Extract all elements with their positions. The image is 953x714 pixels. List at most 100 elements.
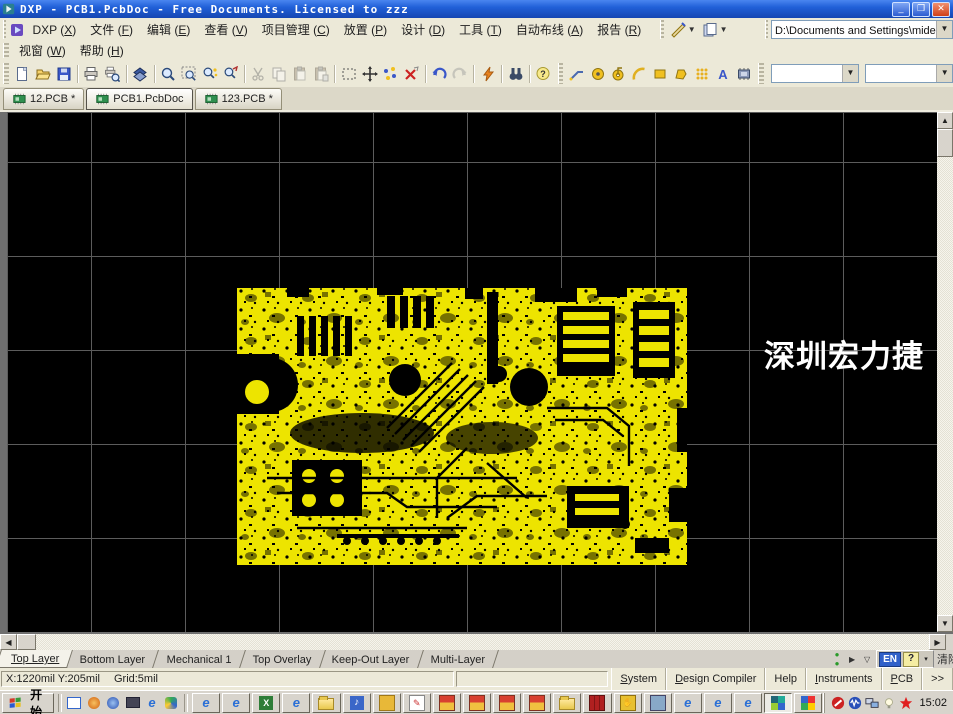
undo-button[interactable]	[429, 62, 450, 85]
layer-tab-keepout[interactable]: Keep-Out Layer	[317, 650, 424, 668]
zoom-point-button[interactable]	[199, 62, 220, 85]
browse-layers-button[interactable]	[130, 62, 151, 85]
taskbar-button-books[interactable]	[583, 693, 611, 713]
toolbar-grip[interactable]	[3, 20, 6, 38]
taskbar-button-zip[interactable]	[523, 693, 551, 713]
place-via-button[interactable]	[608, 62, 629, 85]
paste-button[interactable]	[290, 62, 311, 85]
system-panel-button[interactable]: System	[611, 668, 666, 690]
interactive-routing-button[interactable]	[477, 62, 498, 85]
pcb-panel-button[interactable]: PCB	[882, 668, 923, 690]
taskbar-button-zip[interactable]	[433, 693, 461, 713]
instruments-panel-button[interactable]: Instruments	[806, 668, 881, 690]
start-button[interactable]: 开始	[2, 693, 54, 713]
menu-dxp[interactable]: DXP (X)	[25, 21, 83, 39]
menu-edit[interactable]: 编辑 (E)	[140, 19, 197, 40]
close-button[interactable]: ✕	[932, 2, 950, 17]
place-pad-button[interactable]	[587, 62, 608, 85]
new-document-button[interactable]	[12, 62, 33, 85]
alert-bulb-icon[interactable]	[899, 696, 913, 710]
horizontal-scrollbar[interactable]: ◀ ▶	[0, 634, 946, 650]
menu-file[interactable]: 文件 (F)	[83, 19, 140, 40]
menu-tools[interactable]: 工具 (T)	[452, 19, 509, 40]
layer-tab-multilayer[interactable]: Multi-Layer	[416, 650, 499, 668]
scroll-down-icon[interactable]: ▼	[937, 615, 953, 632]
title-bar[interactable]: DXP - PCB1.PcbDoc - Free Documents. Lice…	[0, 0, 953, 18]
toolbar-grip[interactable]	[3, 43, 9, 58]
taskbar-button-ie[interactable]	[674, 693, 702, 713]
layer-tab-top[interactable]: Top Layer	[0, 650, 73, 668]
menu-design[interactable]: 设计 (D)	[394, 19, 452, 40]
vertical-scroll-thumb[interactable]	[937, 129, 953, 157]
taskbar-button-notebook[interactable]	[644, 693, 672, 713]
audio-monitor-icon[interactable]	[848, 696, 862, 710]
taskbar-button-media[interactable]	[343, 693, 371, 713]
toolbar-grip[interactable]	[765, 20, 768, 38]
toolbar-grip[interactable]	[558, 63, 564, 85]
taskbar-button-dxp[interactable]	[794, 693, 822, 713]
play-icon[interactable]: ▶	[846, 653, 858, 665]
sketch-tool-dropdown[interactable]: ▼	[667, 20, 699, 40]
redo-button[interactable]	[450, 62, 471, 85]
taskbar-button-ie[interactable]	[222, 693, 250, 713]
taskbar-button-excel[interactable]	[252, 693, 280, 713]
place-string-button[interactable]	[712, 62, 733, 85]
menu-help[interactable]: 帮助 (H)	[73, 40, 131, 61]
language-options-icon[interactable]: ▾	[921, 655, 931, 663]
path-combobox[interactable]: D:\Documents and Settings\midea\桌面 ▼	[771, 20, 953, 39]
language-indicator[interactable]: EN	[879, 652, 901, 667]
quicklaunch-calculator[interactable]	[124, 694, 141, 712]
toolbar-grip[interactable]	[758, 63, 764, 85]
find-component-button[interactable]	[505, 62, 526, 85]
taskbar-button-ie[interactable]	[282, 693, 310, 713]
help-panel-button[interactable]: Help	[765, 668, 806, 690]
dxp-menu-icon[interactable]	[9, 22, 25, 38]
chevron-down-icon[interactable]: ▼	[936, 65, 952, 82]
layer-tab-mechanical1[interactable]: Mechanical 1	[152, 650, 246, 668]
zoom-all-button[interactable]	[157, 62, 178, 85]
place-arc-button[interactable]	[629, 62, 650, 85]
scroll-left-icon[interactable]: ◀	[0, 634, 17, 650]
more-panels-button[interactable]: >>	[922, 668, 953, 690]
quicklaunch-3d-viewer[interactable]	[163, 694, 180, 712]
taskbar-button-zip[interactable]	[493, 693, 521, 713]
taskbar-button-tools[interactable]	[614, 693, 642, 713]
doc-tab-pcb1[interactable]: PCB1.PcbDoc	[86, 88, 192, 110]
quicklaunch-messenger[interactable]	[104, 694, 121, 712]
restore-button[interactable]: ❐	[912, 2, 930, 17]
zoom-selected-button[interactable]	[220, 62, 241, 85]
clear-filter-button[interactable]	[401, 62, 422, 85]
save-document-button[interactable]	[53, 62, 74, 85]
scatter-align-button[interactable]	[380, 62, 401, 85]
design-compiler-panel-button[interactable]: Design Compiler	[666, 668, 765, 690]
print-preview-button[interactable]	[102, 62, 123, 85]
menu-reports[interactable]: 报告 (R)	[590, 19, 648, 40]
taskbar-button-dxp-active[interactable]	[764, 693, 792, 713]
zoom-area-button[interactable]	[178, 62, 199, 85]
cut-button[interactable]	[248, 62, 269, 85]
doc-tab-123pcb[interactable]: 123.PCB *	[195, 88, 282, 110]
taskbar-button-paint[interactable]	[403, 693, 431, 713]
layer-tab-bottom[interactable]: Bottom Layer	[65, 650, 159, 668]
taskbar-button-home[interactable]	[373, 693, 401, 713]
open-document-button[interactable]	[32, 62, 53, 85]
copy-button[interactable]	[269, 62, 290, 85]
scroll-up-icon[interactable]: ▲	[937, 112, 953, 129]
menu-place[interactable]: 放置 (P)	[337, 19, 394, 40]
menu-view[interactable]: 查看 (V)	[197, 19, 254, 40]
toolbar-grip[interactable]	[3, 63, 9, 85]
taskbar-button-zip[interactable]	[463, 693, 491, 713]
quicklaunch-media-player[interactable]	[85, 694, 102, 712]
bulb-icon[interactable]	[882, 696, 896, 710]
pcb-canvas[interactable]: 深圳宏力捷	[7, 112, 937, 632]
chevron-down-icon[interactable]: ▼	[842, 65, 858, 82]
taskbar-clock[interactable]: 15:02	[919, 697, 947, 709]
place-paste-array-button[interactable]	[692, 62, 713, 85]
place-component-button[interactable]	[733, 62, 754, 85]
language-help-icon[interactable]: ?	[903, 652, 919, 667]
chevron-down-icon[interactable]: ▼	[936, 21, 952, 38]
paste-array-button[interactable]	[311, 62, 332, 85]
menu-project[interactable]: 项目管理 (C)	[255, 19, 337, 40]
select-area-button[interactable]	[338, 62, 359, 85]
quicklaunch-show-desktop[interactable]	[66, 694, 83, 712]
